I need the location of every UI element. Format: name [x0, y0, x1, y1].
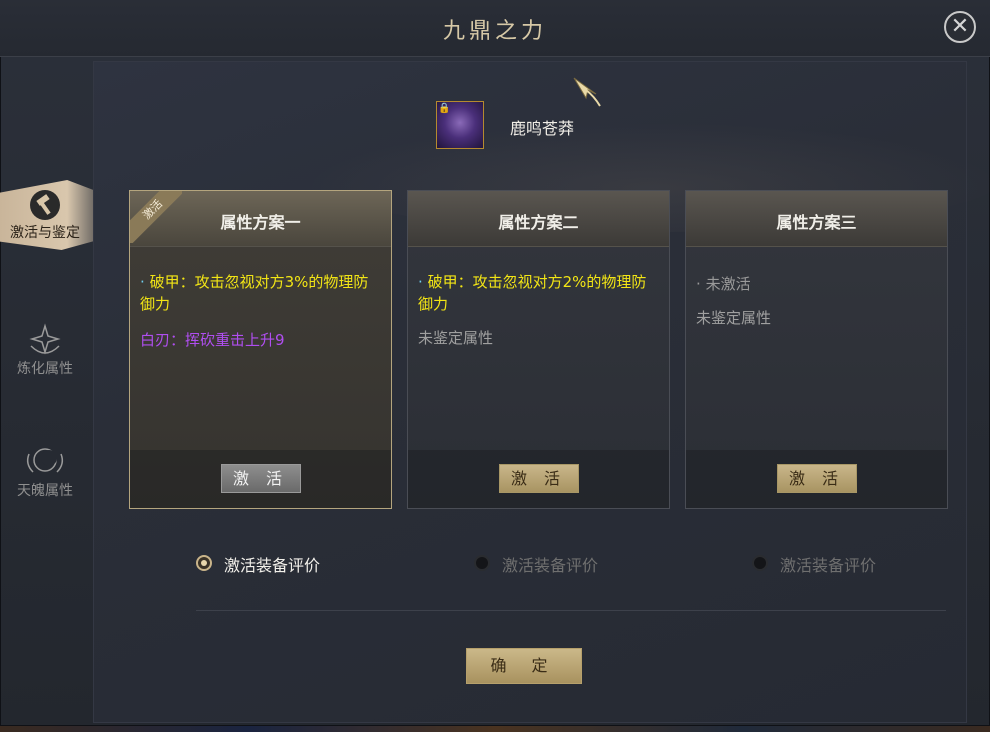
purple-gem-icon[interactable]: 🔒 — [436, 101, 484, 149]
radio-label: 激活装备评价 — [780, 556, 877, 575]
attribute-plan-card-1: 属性方案一 激活 · 破甲：攻击忽视对方3%的物理防御力 白刃：挥砍重击上升9 … — [129, 190, 392, 509]
star-icon — [29, 323, 61, 355]
attribute-line: 未鉴定属性 — [418, 329, 494, 347]
activate-button[interactable]: 激 活 — [220, 464, 301, 493]
radio-circle — [752, 555, 768, 571]
card-body: · 未激活 未鉴定属性 — [696, 273, 939, 329]
attribute-line: · 未激活 — [696, 275, 751, 293]
title-bar: 九鼎之力 — [0, 0, 990, 57]
attribute-line: · 破甲：攻击忽视对方3%的物理防御力 — [140, 273, 369, 313]
bullet-dot: · — [418, 273, 423, 291]
attribute-line: 未鉴定属性 — [696, 309, 772, 327]
tab-label: 炼化属性 — [17, 361, 73, 377]
attribute-line: · 破甲：攻击忽视对方2%的物理防御力 — [418, 273, 647, 313]
crescent-icon — [26, 448, 64, 473]
bullet-dot: · — [696, 275, 701, 293]
card-footer: 激 活 — [130, 450, 391, 508]
hammer-icon — [30, 190, 60, 220]
attribute-plan-card-2: 属性方案二 · 破甲：攻击忽视对方2%的物理防御力 未鉴定属性 激 活 — [407, 190, 670, 509]
item-name: 鹿鸣苍莽 — [510, 119, 575, 138]
tab-label: 激活与鉴定 — [10, 225, 80, 241]
card-footer: 激 活 — [686, 450, 947, 508]
attribute-line: 白刃：挥砍重击上升9 — [140, 331, 285, 349]
tab-label: 天魄属性 — [17, 483, 73, 499]
attribute-plan-card-3: 属性方案三 · 未激活 未鉴定属性 激 活 — [685, 190, 948, 509]
card-title: 属性方案二 — [498, 213, 579, 232]
divider — [196, 610, 946, 611]
radio-label: 激活装备评价 — [502, 556, 599, 575]
lock-icon: 🔒 — [438, 103, 451, 114]
radio-label: 激活装备评价 — [224, 556, 321, 575]
card-header: 属性方案三 — [686, 191, 947, 247]
dialog-window: 九鼎之力 ✕ 激活与鉴定 炼化属性 天魄属性 🔒 鹿鸣苍莽 属性方案一 激活 ·… — [0, 0, 990, 726]
tab-activate-identify[interactable]: 激活与鉴定 — [0, 188, 90, 242]
card-title: 属性方案三 — [776, 213, 857, 232]
tab-refine-attributes[interactable]: 炼化属性 — [0, 322, 90, 378]
close-button[interactable]: ✕ — [944, 11, 976, 43]
cursor-icon — [573, 77, 601, 107]
activated-badge: 激活 — [130, 191, 182, 243]
card-body: · 破甲：攻击忽视对方3%的物理防御力 白刃：挥砍重击上升9 — [140, 271, 383, 351]
close-icon: ✕ — [950, 14, 970, 39]
card-footer: 激 活 — [408, 450, 669, 508]
radio-circle — [474, 555, 490, 571]
tab-soul-attributes[interactable]: 天魄属性 — [0, 440, 90, 500]
window-title: 九鼎之力 — [442, 19, 547, 44]
card-body: · 破甲：攻击忽视对方2%的物理防御力 未鉴定属性 — [418, 271, 661, 349]
activate-button[interactable]: 激 活 — [776, 464, 857, 493]
card-header: 属性方案二 — [408, 191, 669, 247]
bullet-dot: · — [140, 273, 145, 291]
activate-button[interactable]: 激 活 — [498, 464, 579, 493]
confirm-button[interactable]: 确 定 — [466, 648, 582, 684]
radio-circle — [196, 555, 212, 571]
